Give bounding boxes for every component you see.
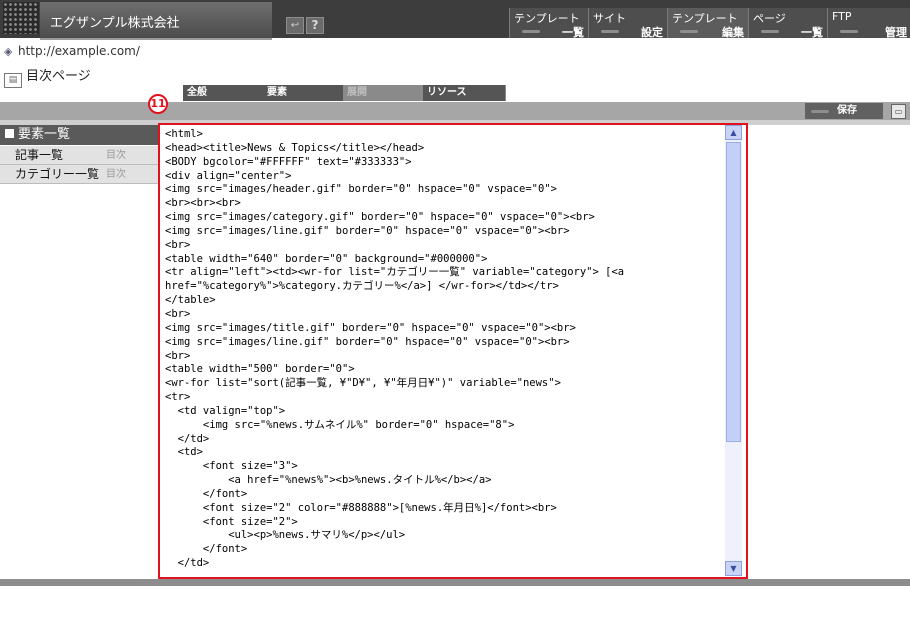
site-url-text: http://example.com/	[18, 44, 140, 58]
company-name: エグザンプル株式会社	[50, 16, 180, 31]
menu-dash-icon	[840, 30, 858, 33]
page-name-text: 目次ページ	[26, 69, 91, 84]
menu-dash-icon	[522, 30, 540, 33]
callout-marker: 11	[148, 94, 168, 114]
code-editor[interactable]: <html> <head><title>News & Topics</title…	[158, 123, 748, 579]
menu-template-list[interactable]: テンプレート 一覧	[509, 8, 588, 39]
tab-expand[interactable]: 展開	[343, 85, 426, 101]
scroll-down-icon[interactable]: ▼	[725, 561, 742, 576]
menu-page-list[interactable]: ページ 一覧	[748, 8, 827, 39]
site-url[interactable]: ◈ http://example.com/	[4, 44, 140, 58]
menu-dash-icon	[601, 30, 619, 33]
menu-label-top: サイト	[593, 12, 626, 25]
toolbar	[0, 102, 910, 120]
tab-general[interactable]: 全般	[183, 85, 266, 101]
sidebar-title: 要素一覧	[18, 127, 71, 142]
page-icon: ▤	[4, 73, 22, 88]
menu-label-bottom: 管理	[885, 26, 907, 39]
menu-ftp-manage[interactable]: FTP 管理	[827, 8, 910, 39]
code-text[interactable]: <html> <head><title>News & Topics</title…	[165, 128, 723, 574]
sidebar-header: 要素一覧	[0, 125, 158, 145]
scroll-up-icon[interactable]: ▲	[725, 125, 742, 140]
app-logo	[3, 2, 39, 34]
menu-dash-icon	[761, 30, 779, 33]
menu-label-bottom: 一覧	[801, 26, 823, 39]
tab-resources[interactable]: リソース	[423, 85, 506, 101]
menu-dash-icon	[680, 30, 698, 33]
menu-site-settings[interactable]: サイト 設定	[588, 8, 667, 39]
save-button[interactable]: 保存	[805, 103, 883, 119]
editor-scrollbar[interactable]: ▲ ▼	[725, 125, 742, 576]
menu-label-bottom: 設定	[641, 26, 663, 39]
top-header: エグザンプル株式会社 ↩ ? テンプレート 一覧 サイト 設定 テンプレート 編…	[0, 0, 910, 40]
save-label: 保存	[837, 105, 857, 116]
sidebar-item-article-list[interactable]: 記事一覧 目次	[0, 146, 158, 165]
sidebar-item-tag: 目次	[106, 150, 126, 161]
sidebar-item-tag: 目次	[106, 169, 126, 180]
save-dash-icon	[811, 110, 829, 113]
menu-label-top: ページ	[753, 12, 786, 25]
back-icon[interactable]: ↩	[286, 17, 304, 34]
square-icon	[5, 129, 14, 138]
menu-label-bottom: 一覧	[562, 26, 584, 39]
menu-label-bottom: 編集	[722, 26, 744, 39]
help-icon[interactable]: ?	[306, 17, 324, 34]
sidebar-item-category-list[interactable]: カテゴリー一覧 目次	[0, 165, 158, 184]
company-tab: エグザンプル株式会社	[40, 2, 272, 40]
disk-icon[interactable]: ▭	[891, 104, 906, 119]
sidebar-item-label: カテゴリー一覧	[15, 167, 100, 181]
scroll-thumb[interactable]	[726, 142, 741, 442]
tab-elements[interactable]: 要素	[263, 85, 346, 101]
sidebar-item-label: 記事一覧	[15, 148, 64, 162]
menu-template-edit[interactable]: テンプレート 編集	[667, 8, 748, 39]
menu-label-top: FTP	[832, 10, 852, 23]
page-name: ▤ 目次ページ	[4, 65, 91, 88]
site-icon: ◈	[4, 45, 13, 58]
bottom-bar	[0, 579, 910, 586]
